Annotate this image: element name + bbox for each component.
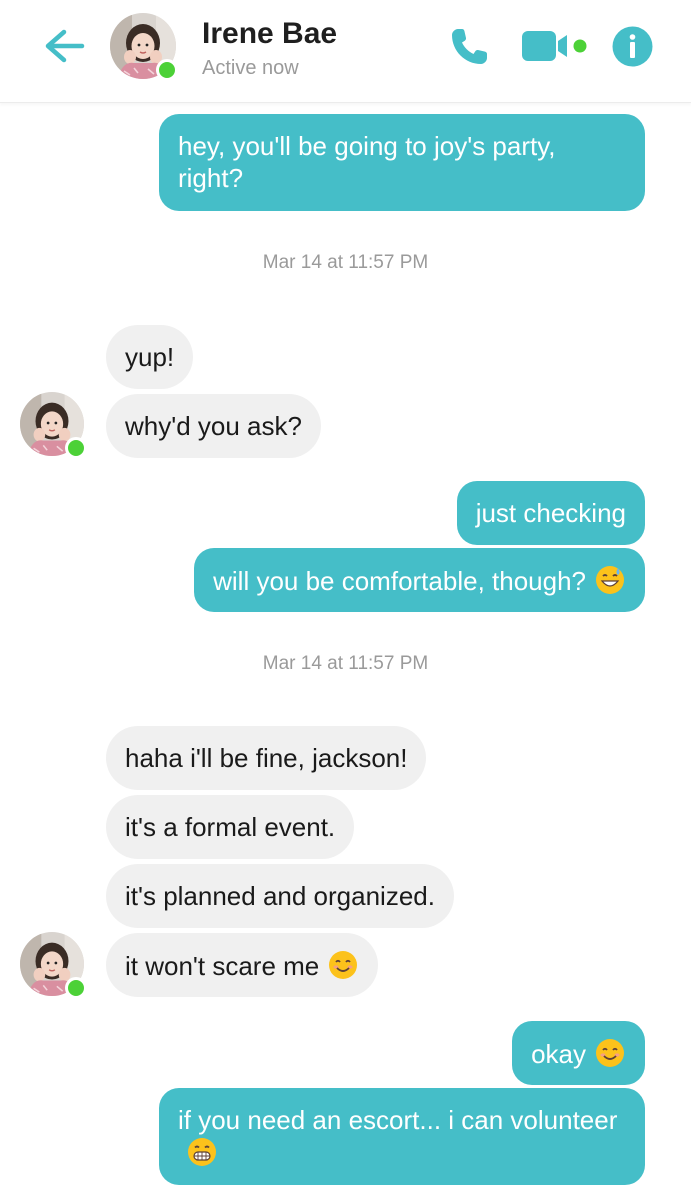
online-status-dot (65, 437, 87, 459)
online-status-dot (156, 59, 178, 81)
incoming-message[interactable]: yup! (106, 325, 194, 389)
outgoing-message[interactable]: hey, you'll be going to joy's party, rig… (159, 114, 645, 211)
incoming-message[interactable]: haha i'll be fine, jackson! (106, 726, 427, 790)
message-text: it won't scare me (125, 951, 320, 981)
message-text: yup! (125, 342, 175, 372)
grinning-sweat-emoji (594, 564, 626, 596)
message-thread[interactable]: hey, you'll be going to joy's party, rig… (0, 0, 691, 1200)
outgoing-message[interactable]: just checking (456, 481, 645, 545)
message-text: it's a formal event. (125, 812, 336, 842)
video-camera-icon[interactable] (520, 27, 590, 65)
contact-name[interactable]: Irene Bae (202, 17, 337, 51)
outgoing-message[interactable]: if you need an escort... i can volunteer (159, 1088, 645, 1185)
back-arrow-icon[interactable] (40, 26, 88, 66)
incoming-message[interactable]: it's planned and organized. (106, 864, 454, 928)
smiling-emoji (327, 949, 359, 981)
sender-avatar[interactable] (20, 392, 87, 459)
info-icon[interactable] (612, 26, 653, 67)
message-text: if you need an escort... i can volunteer (178, 1105, 618, 1135)
message-text: just checking (475, 498, 626, 528)
phone-icon[interactable] (446, 24, 492, 70)
smiling-emoji (594, 1037, 626, 1069)
online-status-dot (65, 977, 87, 999)
messenger-chat-screen: Irene Bae Active now hey, you'll be goin… (0, 0, 691, 1200)
chat-header: Irene Bae Active now (0, 0, 691, 103)
incoming-message[interactable]: it's a formal event. (106, 795, 355, 859)
message-text: hey, you'll be going to joy's party, rig… (178, 131, 556, 193)
outgoing-message[interactable]: okay (512, 1021, 645, 1085)
message-timestamp: Mar 14 at 11:57 PM (262, 653, 429, 674)
incoming-message[interactable]: why'd you ask? (106, 394, 321, 458)
grinning-teeth-emoji (186, 1136, 218, 1168)
message-text: haha i'll be fine, jackson! (125, 743, 408, 773)
message-text: it's planned and organized. (125, 881, 435, 911)
sender-avatar[interactable] (20, 932, 87, 999)
outgoing-message[interactable]: will you be comfortable, though? (194, 548, 645, 612)
contact-avatar[interactable] (110, 13, 178, 81)
message-text: okay (531, 1039, 586, 1069)
incoming-message[interactable]: it won't scare me (106, 933, 379, 997)
message-text: will you be comfortable, though? (213, 566, 586, 596)
message-timestamp: Mar 14 at 11:57 PM (262, 252, 429, 273)
message-text: why'd you ask? (125, 411, 302, 441)
contact-active-status: Active now (202, 57, 299, 79)
